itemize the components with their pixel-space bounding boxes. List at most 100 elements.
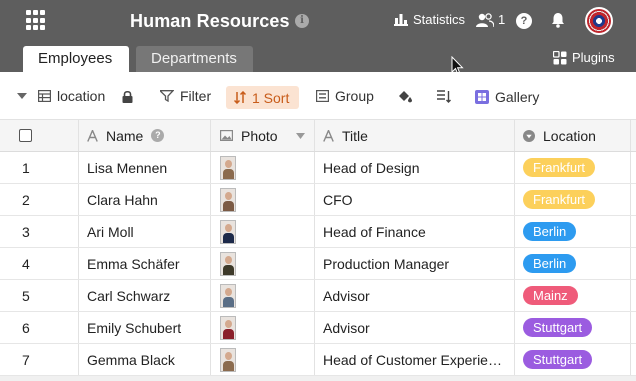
cell-photo[interactable] [211,312,315,343]
bell-icon[interactable] [551,12,565,28]
cell-title[interactable]: CFO [315,184,515,215]
statistics-label: Statistics [413,12,466,27]
table-row[interactable]: 3 Ari Moll Head of Finance Berlin [0,216,636,248]
sort-icon [234,91,246,104]
cell-photo[interactable] [211,184,315,215]
employee-photo[interactable] [220,219,236,244]
cell-name[interactable]: Gemma Black [79,344,211,375]
user-avatar[interactable] [585,7,613,35]
cell-location[interactable]: Stuttgart [515,312,631,343]
cell-title[interactable]: Head of Customer Experience [315,344,515,375]
statistics-button[interactable]: Statistics [394,12,465,27]
row-height-button[interactable] [437,72,457,120]
tab-departments[interactable]: Departments [136,46,253,72]
cell-title[interactable]: Head of Design [315,152,515,183]
employee-name: Clara Hahn [87,191,158,208]
table-row[interactable]: 4 Emma Schäfer Production Manager Berlin [0,248,636,280]
job-title: CFO [323,191,353,208]
view-dropdown-toggle[interactable] [17,72,33,120]
table-row[interactable]: 2 Clara Hahn CFO Frankfurt [0,184,636,216]
location-tag: Stuttgart [523,318,593,337]
gallery-button[interactable]: Gallery [475,73,539,121]
lock-view-button[interactable] [122,72,139,120]
group-icon [316,90,329,102]
cell-name[interactable]: Emily Schubert [79,312,211,343]
row-index[interactable]: 1 [0,152,79,183]
table-body: 1 Lisa Mennen Head of Design Frankfurt 2 Clar… [0,152,636,376]
employee-photo[interactable] [220,347,236,372]
sort-button[interactable]: 1 Sort [226,86,300,109]
row-index[interactable]: 4 [0,248,79,279]
row-index[interactable]: 6 [0,312,79,343]
text-column-icon [323,129,334,142]
row-number: 2 [22,191,30,208]
table-header-row: Name ? Photo Title Location [0,120,636,152]
plugins-button[interactable]: Plugins [553,50,615,65]
row-coloring-button[interactable] [398,72,419,120]
cell-name[interactable]: Carl Schwarz [79,280,211,311]
employee-photo[interactable] [220,251,236,276]
cell-title[interactable]: Advisor [315,312,515,343]
job-title: Head of Design [323,159,420,176]
row-height-icon [437,89,451,103]
select-all-checkbox[interactable] [19,129,32,142]
table-row[interactable]: 5 Carl Schwarz Advisor Mainz [0,280,636,312]
app-header: Human Resources i Statistics 1 ? Employe… [0,0,636,76]
cell-location[interactable]: Frankfurt [515,152,631,183]
cell-title[interactable]: Production Manager [315,248,515,279]
caret-down-icon[interactable] [295,132,305,139]
cell-location[interactable]: Frankfurt [515,184,631,215]
location-tag: Frankfurt [523,158,596,177]
bar-chart-icon [394,14,408,26]
filter-button[interactable]: Filter [160,72,211,120]
table-row[interactable]: 7 Gemma Black Head of Customer Experience S… [0,344,636,376]
column-header-name[interactable]: Name ? [79,120,211,151]
cell-photo[interactable] [211,280,315,311]
column-description-icon[interactable]: ? [151,129,165,142]
cell-location[interactable]: Berlin [515,248,631,279]
gallery-icon [475,90,489,104]
cell-name[interactable]: Ari Moll [79,216,211,247]
cell-photo[interactable] [211,216,315,247]
help-icon[interactable]: ? [516,13,532,29]
employee-photo[interactable] [220,283,236,308]
cell-name[interactable]: Emma Schäfer [79,248,211,279]
cell-name[interactable]: Clara Hahn [79,184,211,215]
employee-photo[interactable] [220,155,236,180]
users-icon [476,12,494,27]
column-header-title[interactable]: Title [315,120,515,151]
apps-grid-icon[interactable] [26,10,47,31]
group-button[interactable]: Group [316,72,374,120]
table-row[interactable]: 6 Emily Schubert Advisor Stuttgart [0,312,636,344]
cell-location[interactable]: Mainz [515,280,631,311]
column-header-location[interactable]: Location [515,120,631,151]
text-column-icon [87,129,98,142]
column-header-label: Title [342,127,368,144]
row-index[interactable]: 2 [0,184,79,215]
base-title[interactable]: Human Resources [130,11,290,32]
row-number: 5 [22,287,30,304]
cell-photo[interactable] [211,248,315,279]
employee-photo[interactable] [220,315,236,340]
employee-photo[interactable] [220,187,236,212]
row-index[interactable]: 7 [0,344,79,375]
paint-bucket-icon [399,91,412,103]
table-row[interactable]: 1 Lisa Mennen Head of Design Frankfurt [0,152,636,184]
column-header-photo[interactable]: Photo [211,120,315,151]
row-index[interactable]: 3 [0,216,79,247]
cell-photo[interactable] [211,344,315,375]
cell-title[interactable]: Advisor [315,280,515,311]
location-tag: Frankfurt [523,190,596,209]
view-selector[interactable]: location [38,72,105,120]
table-view-icon [38,90,51,102]
cell-title[interactable]: Head of Finance [315,216,515,247]
tab-employees[interactable]: Employees [23,46,129,72]
row-index[interactable]: 5 [0,280,79,311]
cell-photo[interactable] [211,152,315,183]
cell-location[interactable]: Berlin [515,216,631,247]
cell-location[interactable]: Stuttgart [515,344,631,375]
collaborators-button[interactable]: 1 [476,12,505,27]
location-tag: Berlin [523,254,577,273]
info-icon[interactable]: i [295,14,309,28]
cell-name[interactable]: Lisa Mennen [79,152,211,183]
